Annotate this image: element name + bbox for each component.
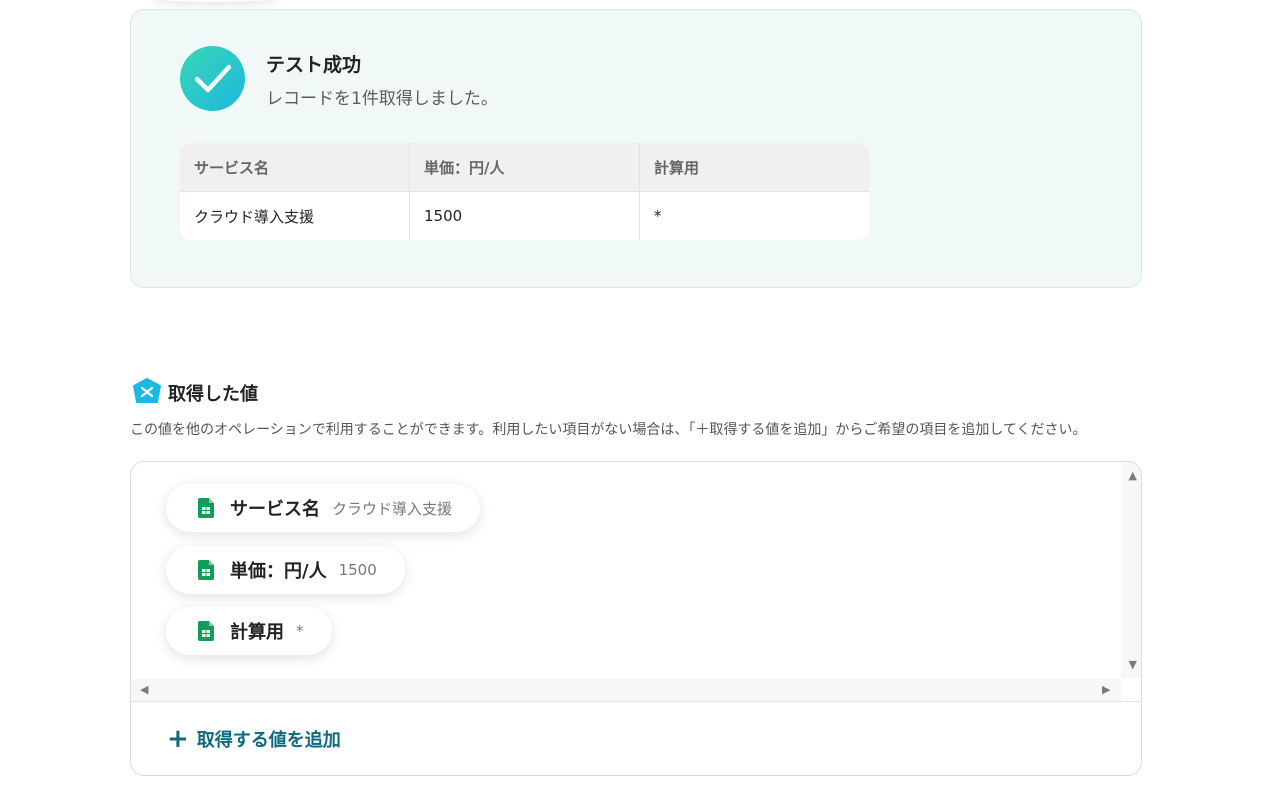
table-cell: 1500	[410, 192, 640, 240]
vertical-scrollbar[interactable]: ▲ ▼	[1121, 462, 1141, 678]
result-table: サービス名 単価：円/人 計算用 クラウド導入支援 1500 *	[180, 143, 869, 240]
test-success-card: テスト成功 レコードを1件取得しました。 サービス名 単価：円/人 計算用 クラ…	[130, 9, 1142, 288]
table-header-cell: 計算用	[654, 158, 700, 177]
scroll-right-arrow-icon[interactable]: ▶	[1102, 684, 1110, 695]
table-header-cell: 単価：円/人	[410, 143, 640, 191]
plus-icon: +	[167, 724, 189, 754]
chip-value: クラウド導入支援	[332, 499, 453, 518]
value-chip[interactable]: 単価：円/人 1500	[166, 546, 405, 594]
chip-value: 1500	[338, 561, 377, 579]
check-icon	[180, 46, 245, 111]
table-header-cell: サービス名	[180, 143, 410, 191]
scroll-down-arrow-icon[interactable]: ▼	[1129, 659, 1137, 670]
table-cell: クラウド導入支援	[180, 192, 410, 240]
fetched-values-title: 取得した値	[168, 384, 258, 405]
fetched-values-description: この値を他のオペレーションで利用することができます。利用したい項目がない場合は、…	[130, 422, 1087, 438]
table-header-row: サービス名 単価：円/人 計算用	[180, 143, 869, 192]
google-sheets-icon	[198, 498, 214, 518]
add-button-label: 取得する値を追加	[196, 730, 341, 751]
chip-label: サービス名	[230, 499, 320, 520]
scroll-left-arrow-icon[interactable]: ◀	[140, 684, 148, 695]
fetched-values-card: サービス名 クラウド導入支援 単価：円/人 1500 計算用 * ▲ ▼ ◀ ▶…	[130, 461, 1142, 776]
add-fetched-value-button[interactable]: + 取得する値を追加	[167, 726, 341, 752]
table-row: クラウド導入支援 1500 *	[180, 192, 869, 240]
values-scroll-area[interactable]: サービス名 クラウド導入支援 単価：円/人 1500 計算用 * ▲ ▼ ◀ ▶	[131, 462, 1141, 702]
horizontal-scrollbar[interactable]: ◀ ▶	[131, 679, 1121, 701]
chip-label: 単価：円/人	[230, 561, 327, 582]
scroll-up-arrow-icon[interactable]: ▲	[1129, 470, 1137, 481]
yoom-logo-icon	[132, 378, 162, 410]
google-sheets-icon	[198, 560, 214, 580]
success-title: テスト成功	[266, 54, 362, 76]
success-subtitle: レコードを1件取得しました。	[266, 89, 498, 109]
table-cell: *	[654, 207, 662, 225]
value-chip[interactable]: 計算用 *	[166, 607, 332, 655]
previous-card-shadow	[150, 0, 280, 2]
google-sheets-icon	[198, 621, 214, 641]
chip-label: 計算用	[230, 622, 284, 643]
chip-value: *	[296, 622, 304, 640]
value-chip[interactable]: サービス名 クラウド導入支援	[166, 484, 481, 532]
